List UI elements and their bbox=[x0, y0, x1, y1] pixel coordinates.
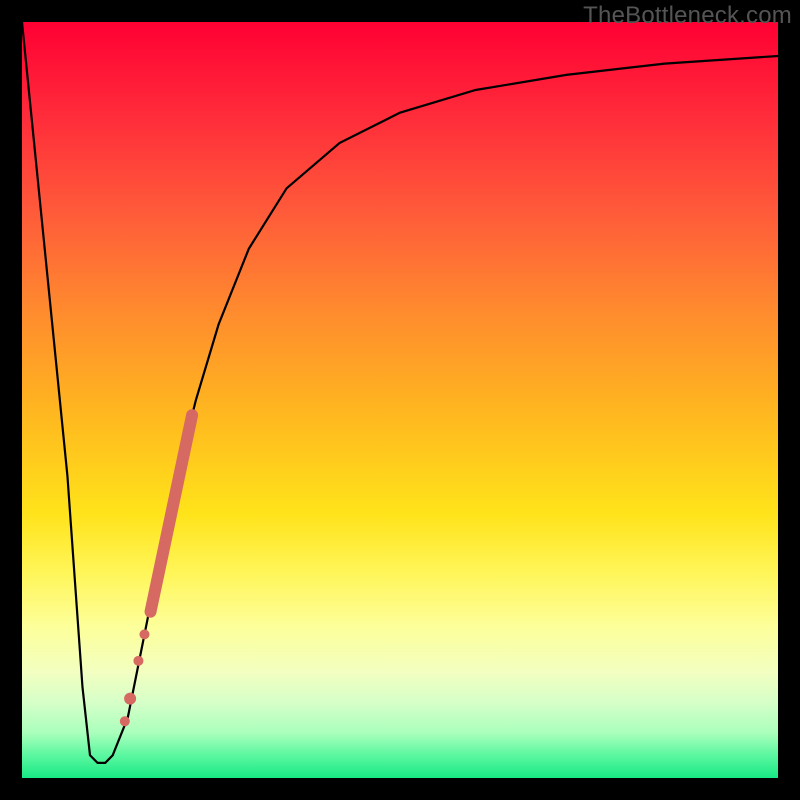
chart-svg bbox=[22, 22, 778, 778]
curve-markers bbox=[120, 415, 192, 726]
watermark-text: TheBottleneck.com bbox=[583, 2, 792, 30]
marker-dot bbox=[133, 656, 143, 666]
marker-segment bbox=[151, 415, 193, 612]
plot-area bbox=[22, 22, 778, 778]
marker-dot bbox=[124, 693, 136, 705]
marker-dot bbox=[120, 716, 130, 726]
bottleneck-curve bbox=[22, 22, 778, 763]
marker-dot bbox=[139, 629, 149, 639]
chart-frame: TheBottleneck.com bbox=[0, 0, 800, 800]
